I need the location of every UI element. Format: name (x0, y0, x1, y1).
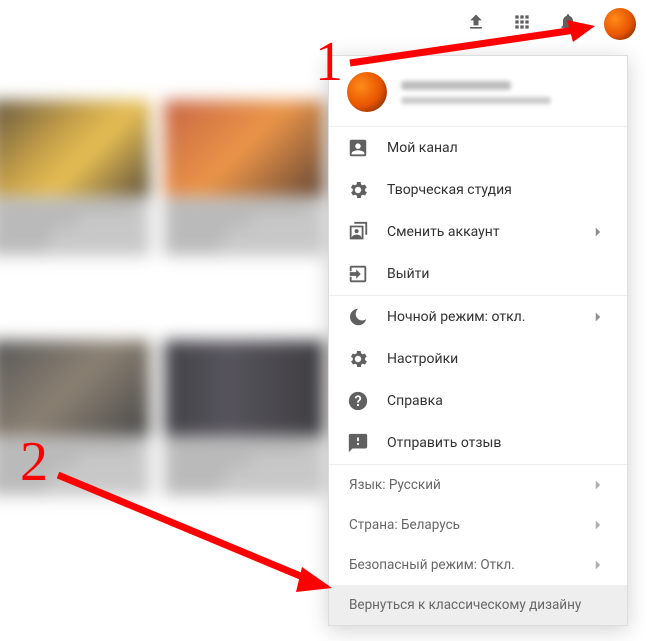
account-name-blurred (401, 81, 511, 90)
menu-my-channel[interactable]: Мой канал (329, 127, 627, 169)
menu-label: Язык: Русский (349, 477, 589, 493)
menu-label: Творческая студия (387, 182, 609, 198)
switch-account-icon (347, 221, 369, 243)
menu-country[interactable]: Страна: Беларусь (329, 505, 627, 545)
gear-icon (347, 179, 369, 201)
menu-label: Отправить отзыв (387, 435, 609, 451)
menu-label: Безопасный режим: Откл. (349, 557, 589, 573)
chevron-right-icon (589, 516, 607, 534)
moon-icon (347, 306, 369, 328)
chevron-right-icon (587, 223, 609, 241)
menu-night-mode[interactable]: Ночной режим: откл. (329, 296, 627, 338)
upload-icon[interactable] (466, 12, 486, 36)
gear-icon (347, 348, 369, 370)
menu-label: Страна: Беларусь (349, 517, 589, 533)
menu-label: Мой канал (387, 140, 609, 156)
chevron-right-icon (589, 556, 607, 574)
account-box-icon (347, 137, 369, 159)
feedback-icon (347, 432, 369, 454)
menu-label: Ночной режим: откл. (387, 309, 569, 325)
menu-switch-account[interactable]: Сменить аккаунт (329, 211, 627, 253)
menu-feedback[interactable]: Отправить отзыв (329, 422, 627, 464)
account-email-blurred (401, 97, 551, 104)
menu-label: Справка (387, 393, 609, 409)
exit-icon (347, 263, 369, 285)
annotation-step-2: 2 (20, 430, 48, 494)
apps-icon[interactable] (512, 12, 532, 36)
menu-label: Выйти (387, 266, 609, 282)
bell-icon[interactable] (558, 12, 578, 36)
menu-label: Сменить аккаунт (387, 224, 569, 240)
menu-help[interactable]: Справка (329, 380, 627, 422)
menu-label: Настройки (387, 351, 609, 367)
help-icon (347, 390, 369, 412)
header-actions (466, 8, 636, 40)
menu-sign-out[interactable]: Выйти (329, 253, 627, 295)
account-avatar (347, 72, 387, 112)
account-menu: Мой канал Творческая студия Сменить акка… (328, 55, 628, 626)
account-header (329, 56, 627, 126)
menu-safe-mode[interactable]: Безопасный режим: Откл. (329, 545, 627, 585)
menu-classic-design[interactable]: Вернуться к классическому дизайну (329, 585, 627, 625)
chevron-right-icon (587, 308, 609, 326)
menu-creator-studio[interactable]: Творческая студия (329, 169, 627, 211)
annotation-step-1: 1 (315, 30, 343, 94)
avatar-button[interactable] (604, 8, 636, 40)
menu-language[interactable]: Язык: Русский (329, 465, 627, 505)
chevron-right-icon (589, 476, 607, 494)
menu-settings[interactable]: Настройки (329, 338, 627, 380)
menu-label: Вернуться к классическому дизайну (349, 597, 607, 613)
